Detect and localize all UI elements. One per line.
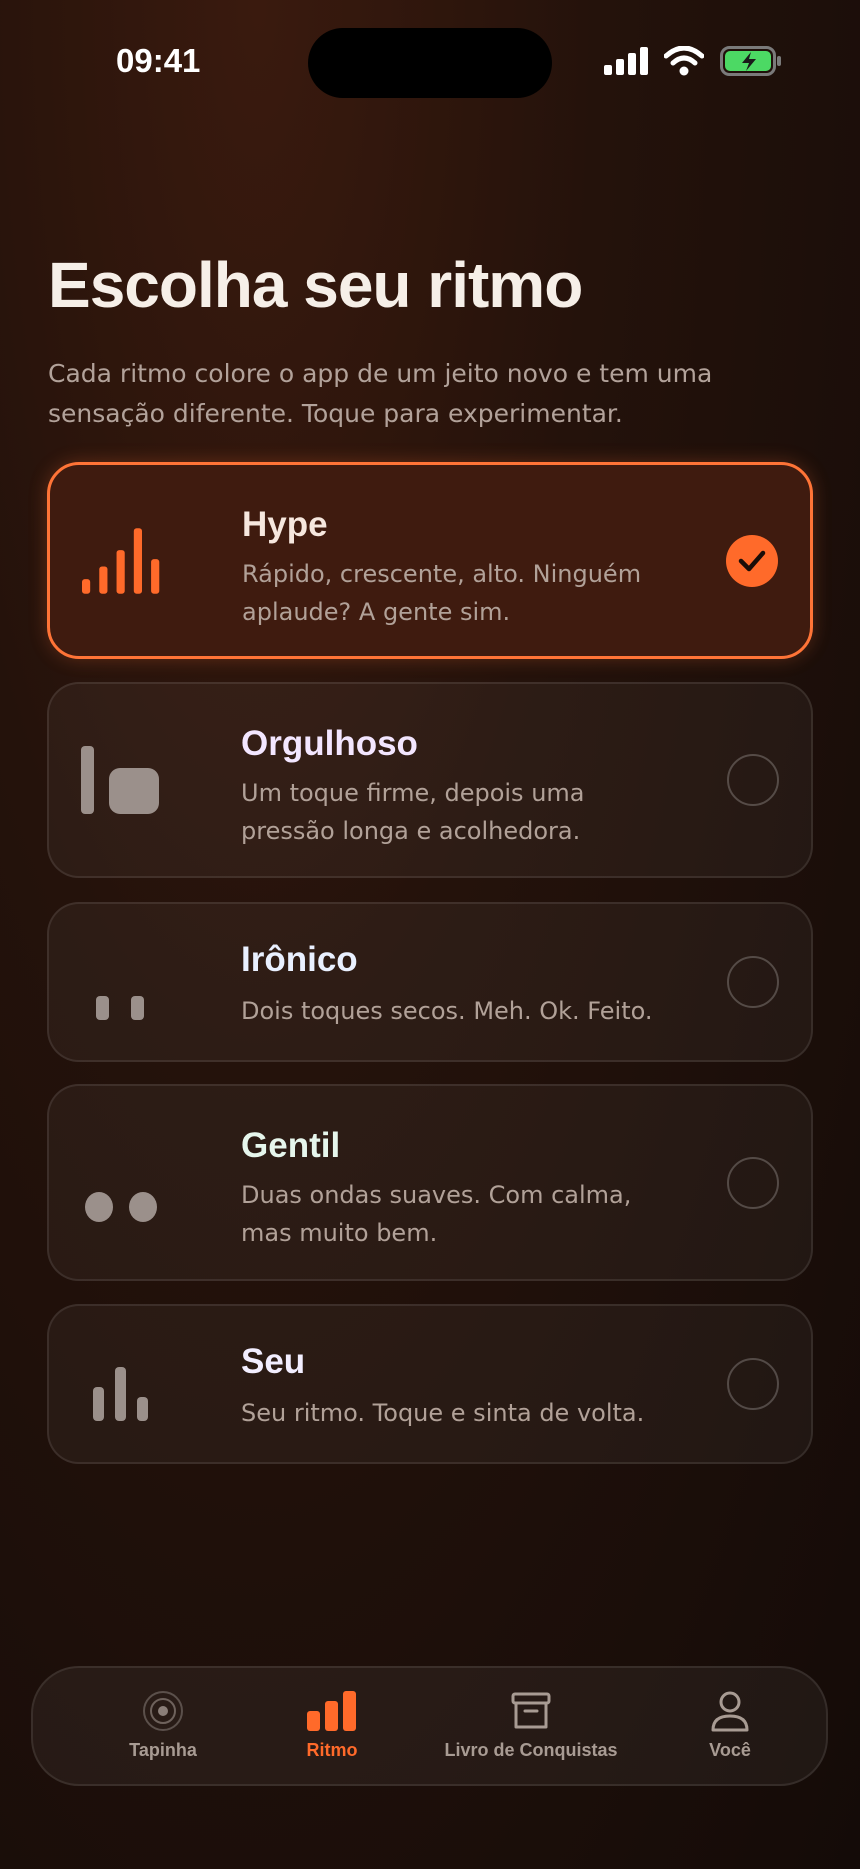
tab-livro-de-conquistas[interactable]: Livro de Conquistas	[431, 1688, 631, 1761]
seu-pattern-icon	[93, 1367, 148, 1421]
bars-icon	[307, 1691, 356, 1731]
tab-label: Você	[709, 1740, 751, 1760]
radio-button[interactable]	[727, 754, 779, 806]
tab-label: Livro de Conquistas	[444, 1740, 618, 1760]
page-subtitle: Cada ritmo colore o app de um jeito novo…	[48, 359, 713, 428]
rhythm-option-ironico[interactable]: Irônico Dois toques secos. Meh. Ok. Feit…	[47, 902, 813, 1062]
status-bar: 09:41	[0, 0, 860, 130]
page-title: Escolha seu ritmo	[48, 249, 583, 321]
selected-checkmark[interactable]	[726, 534, 778, 587]
person-icon	[711, 1691, 749, 1732]
radio-button[interactable]	[727, 1358, 779, 1410]
hype-pattern-icon	[82, 527, 160, 594]
tab-bar: Tapinha Ritmo Livro de Conquistas Você	[31, 1666, 828, 1786]
tab-label: Ritmo	[306, 1740, 358, 1760]
rhythm-option-orgulhoso[interactable]: Orgulhoso Um toque firme, depois uma pre…	[47, 682, 813, 878]
checkmark-icon	[738, 550, 766, 571]
rhythm-name: Orgulhoso	[241, 724, 418, 763]
radio-button[interactable]	[727, 1156, 779, 1209]
rhythm-name: Seu	[241, 1342, 306, 1381]
rhythm-description: Um toque firme, depois uma pressão longa…	[241, 779, 585, 845]
ironico-pattern-icon	[96, 996, 144, 1020]
orgulhoso-pattern-icon	[81, 746, 159, 814]
rhythm-name: Gentil	[241, 1126, 341, 1165]
radar-icon	[143, 1691, 183, 1731]
battery-charging-icon	[720, 46, 781, 76]
rhythm-option-gentil[interactable]: Gentil Duas ondas suaves. Com calma, mas…	[47, 1084, 813, 1281]
tab-ritmo[interactable]: Ritmo	[232, 1688, 432, 1761]
archive-box-icon	[511, 1692, 551, 1729]
gentil-pattern-icon	[85, 1191, 157, 1222]
rhythm-name: Hype	[242, 505, 328, 544]
tab-voce[interactable]: Você	[630, 1688, 830, 1761]
wifi-icon	[664, 46, 704, 76]
rhythm-name: Irônico	[241, 940, 358, 979]
status-time: 09:41	[116, 42, 201, 79]
rhythm-description: Rápido, crescente, alto. Ninguém aplaude…	[242, 560, 642, 626]
rhythm-description: Seu ritmo. Toque e sinta de volta.	[241, 1399, 645, 1427]
rhythm-description: Dois toques secos. Meh. Ok. Feito.	[241, 997, 653, 1025]
status-icons	[604, 46, 782, 76]
dynamic-island	[308, 28, 552, 98]
cellular-signal-icon	[604, 47, 648, 75]
rhythm-option-seu[interactable]: Seu Seu ritmo. Toque e sinta de volta.	[47, 1304, 813, 1464]
rhythm-description: Duas ondas suaves. Com calma, mas muito …	[241, 1181, 632, 1247]
rhythm-option-hype[interactable]: Hype Rápido, crescente, alto. Ninguém ap…	[47, 462, 813, 659]
radio-button[interactable]	[727, 956, 779, 1008]
